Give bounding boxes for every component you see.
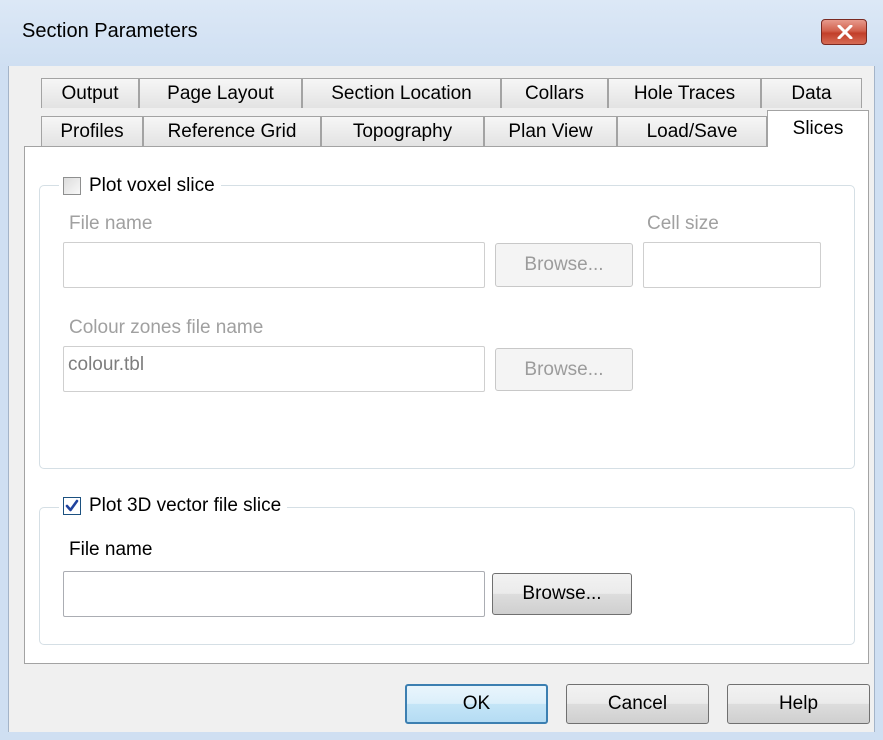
tab-collars[interactable]: Collars [501,78,608,108]
voxel-file-name-input[interactable] [63,242,485,288]
plot-3d-vector-slice-label: Plot 3D vector file slice [89,495,282,516]
tab-slices[interactable]: Slices [767,110,869,147]
plot-3d-vector-slice-checkbox[interactable] [63,497,81,515]
voxel-browse-button[interactable]: Browse... [495,243,633,287]
voxel-file-name-label: File name [69,213,153,234]
help-button[interactable]: Help [727,684,870,724]
tab-plan-view[interactable]: Plan View [484,116,617,146]
colour-zones-browse-button[interactable]: Browse... [495,348,633,391]
tab-profiles[interactable]: Profiles [41,116,143,146]
tab-topography[interactable]: Topography [321,116,484,146]
vector-file-name-input[interactable] [63,571,485,617]
colour-zones-file-input[interactable]: colour.tbl [63,346,485,392]
tab-reference-grid[interactable]: Reference Grid [143,116,321,146]
vector-slice-caption: Plot 3D vector file slice [59,491,288,521]
plot-voxel-slice-label: Plot voxel slice [89,175,215,196]
tab-output[interactable]: Output [41,78,139,108]
vector-file-name-label: File name [69,539,153,560]
title-bar: Section Parameters [0,0,883,66]
tab-page-layout[interactable]: Page Layout [139,78,302,108]
tab-section-location[interactable]: Section Location [302,78,501,108]
tab-load-save[interactable]: Load/Save [617,116,767,146]
checkmark-icon [65,499,79,512]
voxel-slice-caption: Plot voxel slice [59,171,221,201]
cell-size-label: Cell size [647,213,719,234]
close-button[interactable] [821,19,867,45]
tab-data[interactable]: Data [761,78,862,108]
close-icon [837,25,853,39]
window-title: Section Parameters [22,20,198,42]
tab-panel-slices: Plot voxel slice File name Cell size Bro… [24,146,869,664]
vector-browse-button[interactable]: Browse... [492,573,632,615]
cancel-button[interactable]: Cancel [566,684,709,724]
colour-zones-file-label: Colour zones file name [69,317,264,338]
plot-voxel-slice-checkbox[interactable] [63,177,81,195]
tab-hole-traces[interactable]: Hole Traces [608,78,761,108]
cell-size-input[interactable] [643,242,821,288]
ok-button[interactable]: OK [405,684,548,724]
